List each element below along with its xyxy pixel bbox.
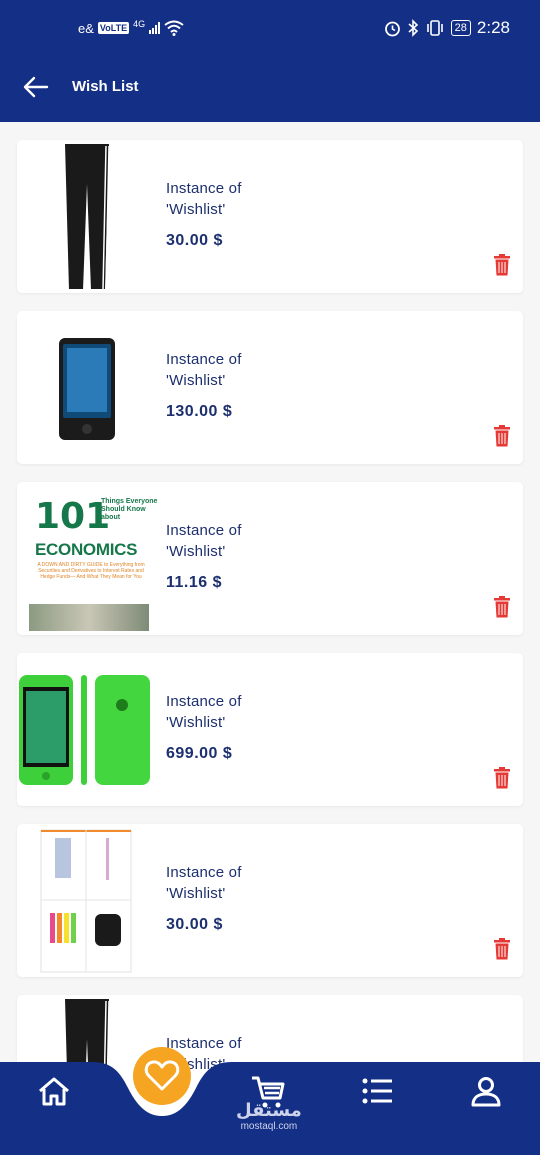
- wishlist-list: Instance of 'Wishlist' 30.00 $ Instance …: [17, 140, 523, 1155]
- wishlist-card[interactable]: 101 Things Everyone Should Know about EC…: [17, 482, 523, 635]
- status-time: 2:28: [476, 18, 510, 37]
- product-image-media-player[interactable]: [21, 315, 161, 460]
- product-name-line2: 'Wishlist': [166, 885, 226, 902]
- book-number: 101: [35, 496, 111, 537]
- vibrate-icon: [426, 20, 443, 36]
- delete-trash-icon[interactable]: [493, 254, 511, 276]
- page-title: Wish List: [72, 78, 139, 95]
- network-label: 4G: [133, 19, 146, 29]
- product-image-book-cover[interactable]: 101 Things Everyone Should Know about EC…: [21, 486, 161, 631]
- product-info: Instance of 'Wishlist' 30.00 $: [166, 178, 242, 250]
- product-name-line1: Instance of: [166, 180, 242, 197]
- bluetooth-icon: [408, 19, 418, 37]
- product-image-track-pants[interactable]: [21, 144, 161, 289]
- product-image-green-phone[interactable]: [17, 657, 157, 802]
- home-icon[interactable]: [34, 1072, 74, 1112]
- product-name-line1: Instance of: [166, 351, 242, 368]
- product-price: 30.00 $: [166, 916, 223, 933]
- product-info: Instance of 'Wishlist' 699.00 $: [166, 691, 242, 763]
- delete-trash-icon[interactable]: [493, 596, 511, 618]
- delete-trash-icon[interactable]: [493, 938, 511, 960]
- delete-trash-icon[interactable]: [493, 767, 511, 789]
- wishlist-card[interactable]: Instance of 'Wishlist' 130.00 $: [17, 311, 523, 464]
- title-bar: Wish List: [0, 66, 540, 110]
- status-right: 28 2:28: [384, 18, 510, 38]
- product-price: 30.00 $: [166, 232, 223, 249]
- product-name-line2: 'Wishlist': [166, 543, 226, 560]
- wishlist-fab-button[interactable]: [133, 1047, 191, 1105]
- product-price: 699.00 $: [166, 745, 233, 762]
- product-info: Instance of 'Wishlist' 30.00 $: [166, 862, 242, 934]
- volte-badge: VoLTE: [97, 22, 130, 34]
- book-subtitle: Things Everyone Should Know about: [101, 498, 158, 521]
- product-name-line2: 'Wishlist': [166, 201, 226, 218]
- product-price: 11.16 $: [166, 574, 222, 591]
- back-arrow-icon[interactable]: [20, 72, 50, 102]
- delete-trash-icon[interactable]: [493, 425, 511, 447]
- status-left: e& VoLTE 4G: [78, 19, 184, 36]
- wishlist-card[interactable]: Instance of 'Wishlist' 30.00 $: [17, 824, 523, 977]
- product-name-line1: Instance of: [166, 693, 242, 710]
- product-name-line2: 'Wishlist': [166, 372, 226, 389]
- product-name-line1: Instance of: [166, 864, 242, 881]
- heart-icon: [144, 1060, 180, 1091]
- alarm-icon: [384, 21, 400, 36]
- book-topic: ECONOMICS: [35, 540, 138, 559]
- wishlist-card[interactable]: Instance of 'Wishlist' 30.00 $: [17, 140, 523, 293]
- signal-icon: [149, 22, 161, 34]
- money-pile-graphic: [29, 604, 149, 631]
- book-tagline: A DOWN AND DIRTY GUIDE to Everything fro…: [37, 562, 145, 580]
- status-bar: e& VoLTE 4G 28 2:28: [0, 18, 540, 46]
- user-icon[interactable]: [466, 1072, 506, 1112]
- carrier-label: e&: [78, 20, 94, 36]
- product-name-line1: Instance of: [166, 522, 242, 539]
- product-name-line2: 'Wishlist': [166, 714, 226, 731]
- watermark-url: mostaql.com: [240, 1121, 298, 1132]
- product-price: 130.00 $: [166, 403, 233, 420]
- watermark-arabic: مستقل: [236, 1100, 302, 1120]
- product-info: Instance of 'Wishlist' 130.00 $: [166, 349, 242, 421]
- wishlist-card[interactable]: Instance of 'Wishlist' 699.00 $: [17, 653, 523, 806]
- list-icon[interactable]: [358, 1072, 398, 1112]
- watermark: مستقل mostaql.com: [236, 1100, 302, 1132]
- product-image-stationery-grid[interactable]: [21, 828, 161, 973]
- wifi-icon: [164, 20, 184, 36]
- app-header: e& VoLTE 4G 28 2:28 Wish List: [0, 0, 540, 122]
- product-info: Instance of 'Wishlist' 11.16 $: [166, 520, 242, 592]
- battery-indicator: 28: [450, 20, 471, 36]
